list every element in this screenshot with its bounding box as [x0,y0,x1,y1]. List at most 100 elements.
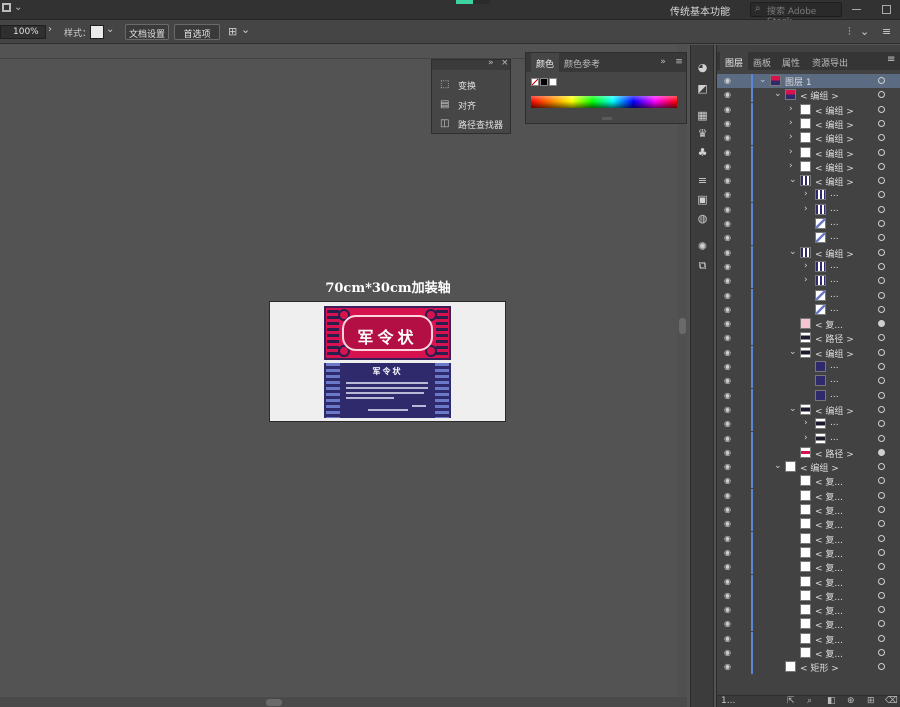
visibility-eye-icon[interactable]: ◉ [724,233,733,242]
visibility-eye-icon[interactable]: ◉ [724,148,733,157]
visibility-eye-icon[interactable]: ◉ [724,548,733,557]
visibility-eye-icon[interactable]: ◉ [724,248,733,257]
layer-name[interactable]: < 复... [815,590,843,603]
target-circle-icon[interactable] [878,77,885,84]
target-circle-icon[interactable] [878,220,885,227]
align-panel-button[interactable]: ▤ 对齐 [440,97,510,113]
visibility-eye-icon[interactable]: ◉ [724,133,733,142]
visibility-eye-icon[interactable]: ◉ [724,291,733,300]
layer-name[interactable]: ... [830,361,839,371]
target-circle-icon[interactable] [878,563,885,571]
visibility-eye-icon[interactable]: ◉ [724,376,733,385]
layer-row[interactable]: ◉ < 复... [717,574,900,589]
target-circle-icon[interactable] [878,520,885,528]
transform-panel-button[interactable]: ⬚ 变换 [440,77,510,93]
target-circle-icon[interactable] [878,434,885,442]
layer-name[interactable]: ... [830,433,839,443]
layer-row[interactable]: ◉ < 复... [717,317,900,332]
expand-chevron-right-icon[interactable]: › [804,261,812,271]
expand-chevron-right-icon[interactable]: › [804,433,812,443]
visibility-eye-icon[interactable]: ◉ [724,391,733,400]
menu-icon[interactable]: ≡ [674,53,684,72]
layer-name[interactable]: < 编组 > [815,132,854,145]
target-circle-icon[interactable] [878,177,885,185]
workspace-layout-icon[interactable] [2,3,11,12]
layer-name[interactable]: ... [830,390,839,400]
visibility-eye-icon[interactable]: ◉ [724,648,733,657]
target-circle-icon[interactable] [878,105,885,113]
layer-row[interactable]: ◉... [717,360,900,374]
visibility-eye-icon[interactable]: ◉ [724,419,733,428]
symbols-icon[interactable]: ♣ [696,146,709,159]
layer-row[interactable]: ◉... [717,374,900,389]
layer-name[interactable]: < 复... [815,618,843,631]
target-circle-icon[interactable] [878,534,885,542]
graphic-styles-icon[interactable]: ⧉ [696,259,709,272]
visibility-eye-icon[interactable]: ◉ [724,562,733,571]
expand-chevron-down-icon[interactable]: ⌄ [759,75,767,85]
layer-name[interactable]: ... [830,232,839,242]
layer-row[interactable]: ◉ ⌄ < 编组 > [717,345,900,360]
visibility-eye-icon[interactable]: ◉ [724,476,733,485]
expand-chevron-down-icon[interactable]: ⌄ [774,461,782,471]
target-circle-icon[interactable] [878,663,885,671]
pathfinder-panel-button[interactable]: ◫ 路径查找器 [440,116,510,132]
layer-row[interactable]: ◉ ›... [717,259,900,274]
panel-resize-grip[interactable] [602,117,612,120]
target-circle-icon[interactable] [878,405,885,413]
layer-row[interactable]: ◉ › < 编组 > [717,159,900,174]
target-circle-icon[interactable] [878,205,885,213]
target-circle-icon[interactable] [878,391,885,399]
layer-name[interactable]: < 复... [815,547,843,560]
visibility-eye-icon[interactable]: ◉ [724,219,733,228]
layer-name[interactable]: ... [830,275,839,285]
visibility-eye-icon[interactable]: ◉ [724,591,733,600]
layer-row[interactable]: ◉... [717,217,900,231]
chevron-down-icon[interactable]: ⌄ [724,2,732,13]
layer-row[interactable]: ◉ ⌄ < 编组 > [717,245,900,260]
visibility-eye-icon[interactable]: ◉ [724,119,733,128]
layer-row[interactable]: ◉... [717,388,900,403]
layer-row[interactable]: ◉ < 复... [717,503,900,517]
target-circle-icon[interactable] [878,320,885,328]
expand-chevron-down-icon[interactable]: ⌄ [789,347,797,357]
visibility-eye-icon[interactable]: ◉ [724,362,733,371]
target-circle-icon[interactable] [878,148,885,156]
layer-row[interactable]: ◉ < 复... [717,646,900,660]
layer-name[interactable]: < 编组 > [815,404,854,417]
target-circle-icon[interactable] [878,491,885,499]
visibility-eye-icon[interactable]: ◉ [724,333,733,342]
expand-chevron-right-icon[interactable]: › [804,418,812,428]
visibility-eye-icon[interactable]: ◉ [724,348,733,357]
menu-icon[interactable]: ≡ [882,25,891,38]
tab-asset-export[interactable]: 资源导出 [812,52,848,70]
expand-chevron-down-icon[interactable]: ⌄ [789,247,797,257]
appearance-icon[interactable]: ✺ [696,240,709,253]
layer-row[interactable]: ◉ < 复... [717,474,900,489]
layer-name[interactable]: < 复... [815,475,843,488]
visibility-eye-icon[interactable]: ◉ [724,434,733,443]
target-circle-icon[interactable] [878,248,885,256]
target-circle-icon[interactable] [878,448,885,456]
expand-chevron-right-icon[interactable]: › [804,275,812,285]
collapse-panel-icon[interactable]: » [658,53,668,72]
layer-name[interactable]: < 复... [815,318,843,331]
target-circle-icon[interactable] [878,262,885,270]
none-color-swatch[interactable] [531,78,539,86]
layer-row[interactable]: ◉ < 路径 > [717,445,900,460]
layer-name[interactable]: ... [830,189,839,199]
layer-row[interactable]: ◉ ›... [717,202,900,217]
new-layer-icon[interactable]: ⊞ [867,696,875,706]
visibility-eye-icon[interactable]: ◉ [724,205,733,214]
tab-layers[interactable]: 图层 [720,52,749,70]
target-circle-icon[interactable] [878,477,885,485]
minimize-icon[interactable] [852,9,861,10]
chevron-down-icon[interactable]: ⌄ [106,24,114,35]
target-circle-icon[interactable] [878,591,885,599]
visibility-eye-icon[interactable]: ◉ [724,605,733,614]
workspace-switcher[interactable]: 传统基本功能 [670,3,730,18]
align-panel-icon[interactable]: ⫶ [848,25,851,39]
target-circle-icon[interactable] [878,377,885,385]
chevron-right-icon[interactable]: › [48,24,52,35]
tab-color-guide[interactable]: 颜色参考 [562,53,602,72]
